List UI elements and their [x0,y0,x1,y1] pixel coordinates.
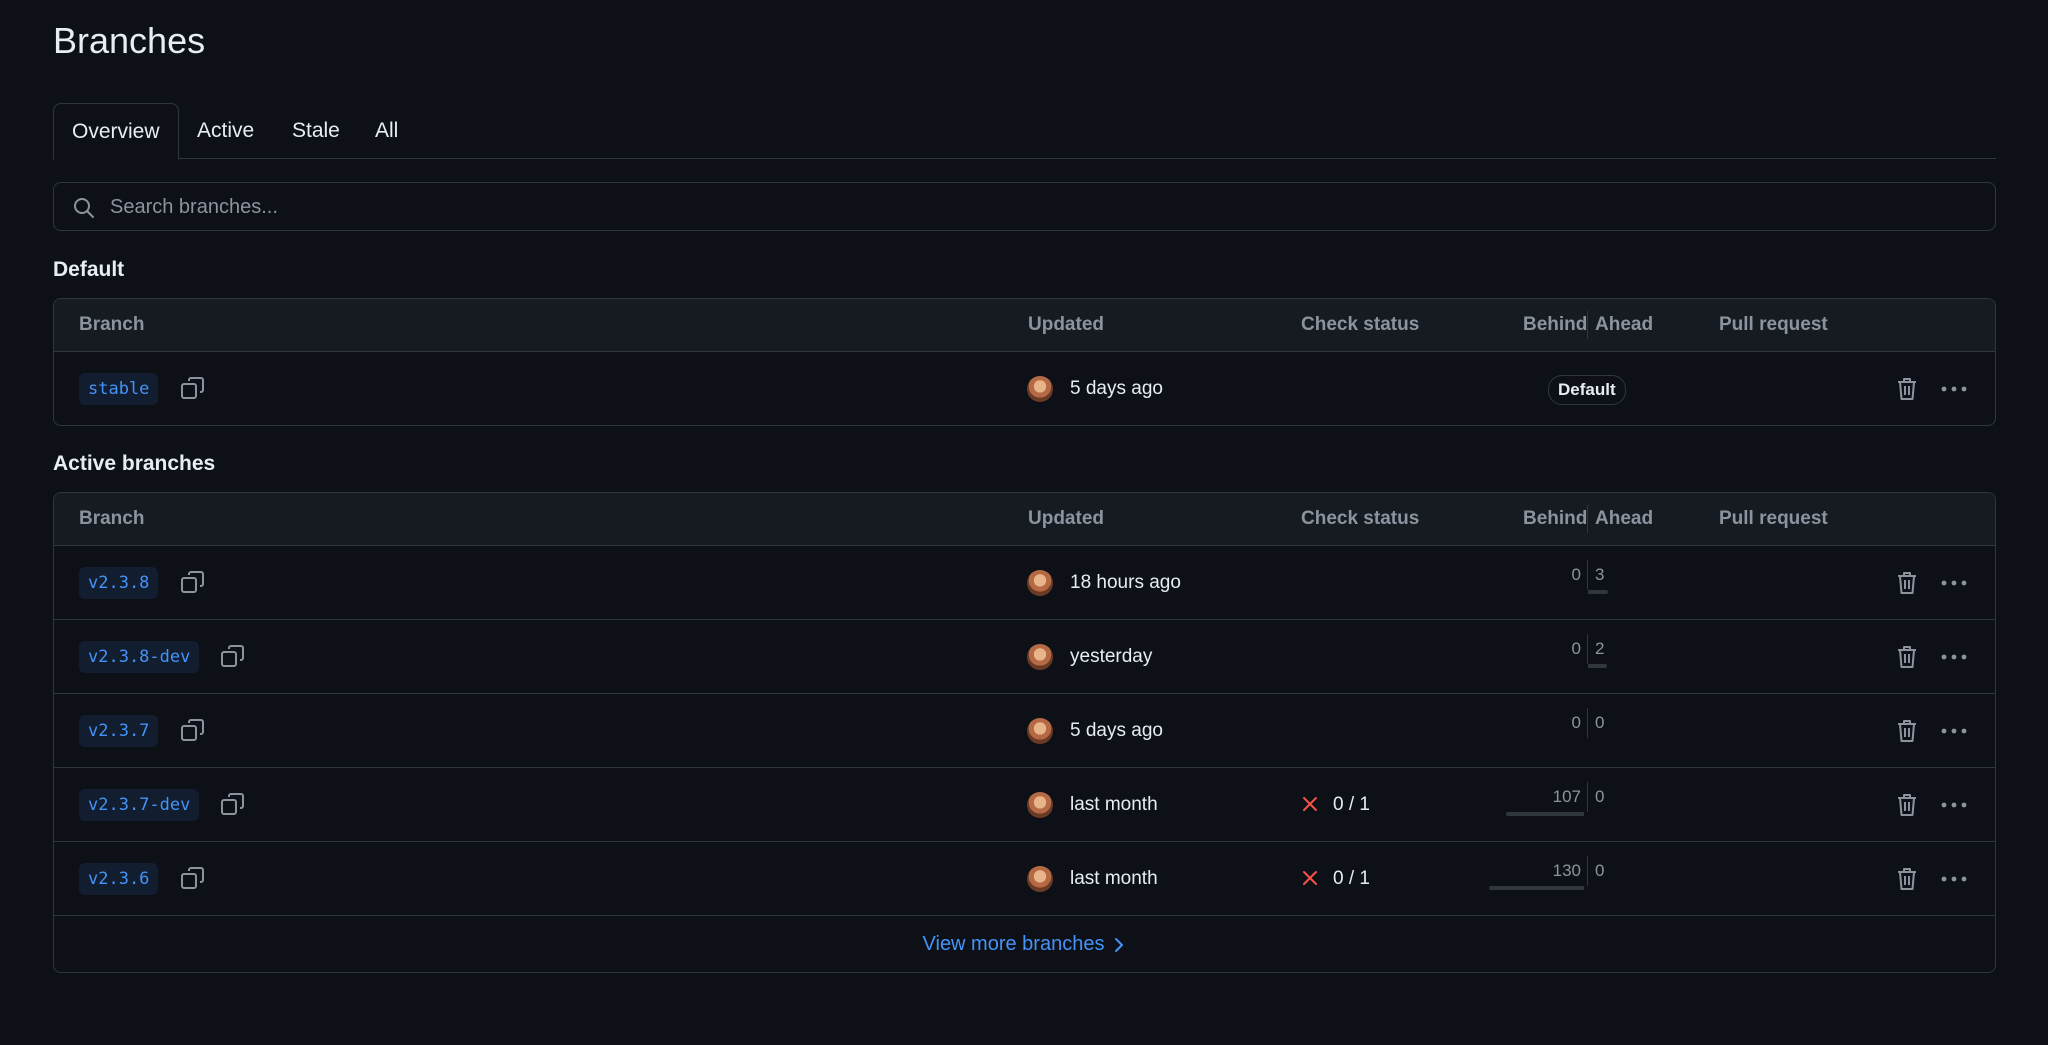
kebab-horizontal-icon[interactable] [1939,792,1969,824]
column-ahead: Ahead [1595,314,1654,335]
avatar[interactable] [1027,866,1053,892]
trash-icon[interactable] [1894,866,1920,898]
column-updated: Updated [1028,314,1104,335]
tab-active[interactable]: Active [197,103,254,159]
ahead-behind-divider [1587,782,1588,812]
search-icon [74,198,94,218]
copy-icon[interactable] [179,569,207,597]
table-row: v2.3.6 last month 0 / 1 130 0 [54,842,1995,916]
behind-count: 0 [1571,639,1581,658]
ahead-behind-divider [1587,560,1588,590]
behind-bar [1489,886,1584,890]
column-divider [1587,311,1588,339]
ahead-behind-divider [1587,634,1588,664]
column-pull-request: Pull request [1719,508,1828,529]
ahead-count: 0 [1595,861,1605,880]
updated-time[interactable]: last month [1070,768,1158,841]
chevron-right-icon [1115,937,1124,952]
trash-icon[interactable] [1894,644,1920,676]
column-check-status: Check status [1301,508,1420,529]
branch-link[interactable]: v2.3.8 [79,567,159,599]
tab-bar: Overview Active Stale All [53,103,1996,160]
check-status[interactable]: 0 / 1 [1333,842,1370,915]
ahead-count: 3 [1595,565,1605,584]
check-status[interactable]: 0 / 1 [1333,768,1370,841]
ahead-count: 0 [1595,787,1605,806]
branch-link[interactable]: v2.3.8-dev [79,641,200,673]
avatar[interactable] [1027,792,1053,818]
default-branch-table: Branch Updated Check status Behind Ahead… [53,298,1996,426]
column-check-status: Check status [1301,314,1420,335]
behind-bar [1506,812,1584,816]
copy-icon[interactable] [219,791,247,819]
branch-link[interactable]: v2.3.7-dev [79,789,200,821]
avatar[interactable] [1027,570,1053,596]
view-more-label: View more branches [922,933,1105,955]
behind-count: 107 [1552,787,1581,806]
column-ahead: Ahead [1595,508,1654,529]
x-icon[interactable] [1301,869,1319,893]
kebab-horizontal-icon[interactable] [1939,570,1969,602]
trash-icon[interactable] [1894,792,1920,824]
behind-count: 130 [1552,861,1581,880]
table-header: Branch Updated Check status Behind Ahead… [54,493,1995,546]
x-icon[interactable] [1301,795,1319,819]
updated-time[interactable]: last month [1070,842,1158,915]
table-row: v2.3.7 5 days ago 0 0 [54,694,1995,768]
updated-time[interactable]: 5 days ago [1070,352,1163,425]
ahead-bar [1588,590,1608,594]
updated-time[interactable]: yesterday [1070,620,1152,693]
avatar[interactable] [1027,644,1053,670]
table-row: v2.3.7-dev last month 0 / 1 107 0 [54,768,1995,842]
trash-icon[interactable] [1894,376,1920,408]
ahead-behind-divider [1587,708,1588,738]
updated-time[interactable]: 5 days ago [1070,694,1163,767]
search-input[interactable] [108,183,1972,232]
view-more-branches-link[interactable]: View more branches [54,916,1995,972]
table-row: v2.3.8-dev yesterday 0 2 [54,620,1995,694]
search-box [53,182,1996,232]
table-header: Branch Updated Check status Behind Ahead… [54,299,1995,352]
behind-count: 0 [1571,713,1581,732]
table-row: v2.3.8 18 hours ago 0 3 [54,546,1995,620]
ahead-behind-divider [1587,856,1588,886]
kebab-horizontal-icon[interactable] [1939,718,1969,750]
column-divider [1587,505,1588,533]
tab-stale[interactable]: Stale [292,103,340,159]
kebab-horizontal-icon[interactable] [1939,376,1969,408]
ahead-bar [1588,664,1607,668]
default-section-title: Default [53,258,125,281]
trash-icon[interactable] [1894,570,1920,602]
kebab-horizontal-icon[interactable] [1939,866,1969,898]
column-pull-request: Pull request [1719,314,1828,335]
column-behind: Behind [1523,314,1588,335]
active-section-title: Active branches [53,452,216,475]
branch-link[interactable]: v2.3.7 [79,715,159,747]
column-branch: Branch [79,508,145,529]
copy-icon[interactable] [179,375,207,403]
kebab-horizontal-icon[interactable] [1939,644,1969,676]
table-row: stable 5 days ago Default [54,352,1995,425]
column-behind: Behind [1523,508,1588,529]
active-branches-table: Branch Updated Check status Behind Ahead… [53,492,1996,973]
tab-overview[interactable]: Overview [53,103,179,160]
column-branch: Branch [79,314,145,335]
page-title: Branches [53,20,206,61]
branch-link[interactable]: v2.3.6 [79,863,159,895]
avatar[interactable] [1027,376,1053,402]
behind-count: 0 [1571,565,1581,584]
ahead-count: 2 [1595,639,1605,658]
copy-icon[interactable] [219,643,247,671]
ahead-count: 0 [1595,713,1605,732]
copy-icon[interactable] [179,865,207,893]
trash-icon[interactable] [1894,718,1920,750]
branch-link[interactable]: stable [79,373,159,405]
copy-icon[interactable] [179,717,207,745]
default-badge: Default [1548,375,1626,405]
updated-time[interactable]: 18 hours ago [1070,546,1181,619]
column-updated: Updated [1028,508,1104,529]
avatar[interactable] [1027,718,1053,744]
tab-all[interactable]: All [375,103,398,159]
